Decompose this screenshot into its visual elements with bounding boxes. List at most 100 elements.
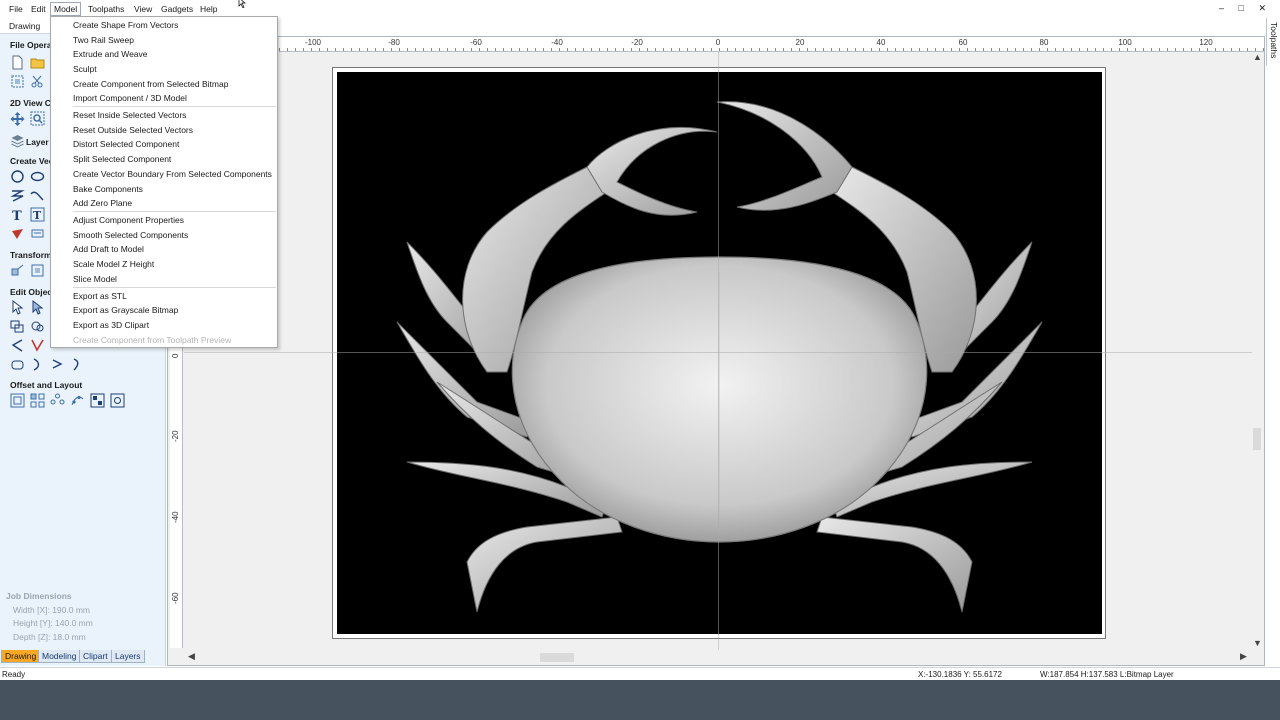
menu-export-grayscale-bitmap[interactable]: Export as Grayscale Bitmap — [73, 305, 178, 315]
ruler-tick — [439, 48, 440, 51]
circular-array-icon[interactable] — [50, 393, 65, 408]
menu-gadgets[interactable]: Gadgets — [158, 2, 196, 16]
group-icon[interactable] — [10, 319, 25, 334]
offset-shape-icon[interactable] — [10, 357, 25, 372]
job-setup-icon[interactable] — [10, 74, 25, 89]
close-vector-icon[interactable] — [50, 357, 65, 372]
menu-split-component[interactable]: Split Selected Component — [73, 154, 171, 164]
tab-clipart[interactable]: Clipart — [79, 650, 112, 663]
layers-button[interactable]: Layer — [26, 137, 49, 147]
join-vector-icon[interactable] — [70, 357, 85, 372]
nesting-icon[interactable] — [90, 393, 105, 408]
select-arrow-icon[interactable] — [10, 300, 25, 315]
menu-reset-outside-vectors[interactable]: Reset Outside Selected Vectors — [73, 125, 193, 135]
layers-icon[interactable] — [10, 133, 25, 148]
menu-distort-component[interactable]: Distort Selected Component — [73, 139, 179, 149]
ruler-label: -100 — [304, 38, 322, 47]
text-on-curve-icon[interactable]: T — [30, 207, 45, 222]
scissors-icon[interactable] — [30, 74, 45, 89]
tab-drawing[interactable]: Drawing — [1, 650, 41, 663]
ellipse-tool-icon[interactable] — [30, 169, 45, 184]
text-tool-icon[interactable]: T — [10, 207, 25, 222]
ruler-tick — [991, 48, 992, 51]
pan-icon[interactable] — [10, 111, 25, 126]
menu-adjust-component-properties[interactable]: Adjust Component Properties — [73, 215, 184, 225]
menu-separator — [73, 106, 276, 107]
menu-model[interactable]: Model — [50, 2, 82, 16]
crab-bitmap-image[interactable] — [337, 72, 1102, 634]
horizontal-scrollbar[interactable]: ◀ ▶ — [184, 650, 1252, 664]
ruler-tick — [767, 48, 768, 51]
tab-layers[interactable]: Layers — [111, 650, 145, 663]
menu-create-shape-from-vectors[interactable]: Create Shape From Vectors — [73, 20, 178, 30]
vertical-scrollbar[interactable]: ▲ ▼ — [1251, 52, 1263, 650]
status-ready: Ready — [2, 670, 26, 679]
menu-bake-components[interactable]: Bake Components — [73, 184, 143, 194]
section-create-vectors: Create Vec — [10, 156, 54, 166]
menu-add-draft[interactable]: Add Draft to Model — [73, 244, 144, 254]
array-copy-icon[interactable] — [30, 393, 45, 408]
menu-help[interactable]: Help — [197, 2, 220, 16]
menu-import-component[interactable]: Import Component / 3D Model — [73, 93, 187, 103]
scroll-right-arrow-icon[interactable]: ▶ — [1240, 651, 1247, 662]
scroll-left-arrow-icon[interactable]: ◀ — [188, 651, 195, 662]
node-edit-icon[interactable] — [10, 226, 25, 241]
zoom-icon[interactable] — [30, 111, 45, 126]
circle-tool-icon[interactable] — [10, 169, 25, 184]
menu-export-stl[interactable]: Export as STL — [73, 291, 127, 301]
menu-view[interactable]: View — [131, 2, 155, 16]
extend-icon[interactable] — [30, 357, 45, 372]
ruler-label: 0 — [171, 353, 180, 358]
vertical-scroll-thumb[interactable] — [1253, 428, 1261, 450]
ruler-tick — [695, 48, 696, 51]
menu-file[interactable]: File — [6, 2, 26, 16]
menu-smooth-components[interactable]: Smooth Selected Components — [73, 230, 188, 240]
menu-create-component-from-bitmap[interactable]: Create Component from Selected Bitmap — [73, 79, 228, 89]
taskbar — [0, 680, 1280, 720]
menu-reset-inside-vectors[interactable]: Reset Inside Selected Vectors — [73, 110, 186, 120]
menu-export-3d-clipart[interactable]: Export as 3D Clipart — [73, 320, 149, 330]
copy-along-vector-icon[interactable] — [70, 393, 85, 408]
toolpaths-side-tab[interactable]: Toolpaths — [1266, 18, 1280, 66]
section-edit-objects: Edit Object — [10, 287, 55, 297]
ruler-tick — [887, 48, 888, 51]
dimension-icon[interactable] — [30, 226, 45, 241]
scale-object-icon[interactable] — [30, 263, 45, 278]
tab-modeling[interactable]: Modeling — [38, 650, 81, 663]
menu-two-rail-sweep[interactable]: Two Rail Sweep — [73, 35, 134, 45]
ruler-tick — [1223, 48, 1224, 51]
ruler-tick — [1055, 48, 1056, 51]
scroll-down-arrow-icon[interactable]: ▼ — [1253, 638, 1262, 648]
new-file-icon[interactable] — [10, 55, 25, 70]
node-select-icon[interactable] — [30, 300, 45, 315]
weld-icon[interactable] — [30, 319, 45, 334]
window-controls[interactable]: – □ ✕ — [1219, 3, 1272, 14]
ruler-tick — [943, 48, 944, 51]
move-object-icon[interactable] — [10, 263, 25, 278]
trim-icon[interactable] — [30, 338, 45, 353]
ruler-tick — [543, 48, 544, 51]
menu-extrude-and-weave[interactable]: Extrude and Weave — [73, 49, 148, 59]
ruler-tick — [1119, 48, 1120, 51]
ruler-tick — [1103, 48, 1104, 51]
menu-edit[interactable]: Edit — [28, 2, 49, 16]
ruler-tick — [431, 48, 432, 51]
menu-slice-model[interactable]: Slice Model — [73, 274, 117, 284]
curve-tool-icon[interactable] — [30, 188, 45, 203]
ruler-tick — [959, 48, 960, 51]
menu-toolpaths[interactable]: Toolpaths — [85, 2, 127, 16]
auto-layout-icon[interactable] — [110, 393, 125, 408]
ruler-tick — [663, 48, 664, 51]
menu-add-zero-plane[interactable]: Add Zero Plane — [73, 198, 132, 208]
ruler-tick — [687, 48, 688, 51]
ruler-label: -80 — [388, 38, 400, 47]
open-folder-icon[interactable] — [30, 55, 45, 70]
horizontal-scroll-thumb[interactable] — [540, 653, 574, 662]
polyline-tool-icon[interactable] — [10, 188, 25, 203]
menu-sculpt[interactable]: Sculpt — [73, 64, 97, 74]
fillet-icon[interactable] — [10, 338, 25, 353]
scroll-up-arrow-icon[interactable]: ▲ — [1253, 52, 1262, 62]
menu-scale-model-z[interactable]: Scale Model Z Height — [73, 259, 154, 269]
menu-create-vector-boundary[interactable]: Create Vector Boundary From Selected Com… — [73, 169, 272, 179]
offset-icon[interactable] — [10, 393, 25, 408]
